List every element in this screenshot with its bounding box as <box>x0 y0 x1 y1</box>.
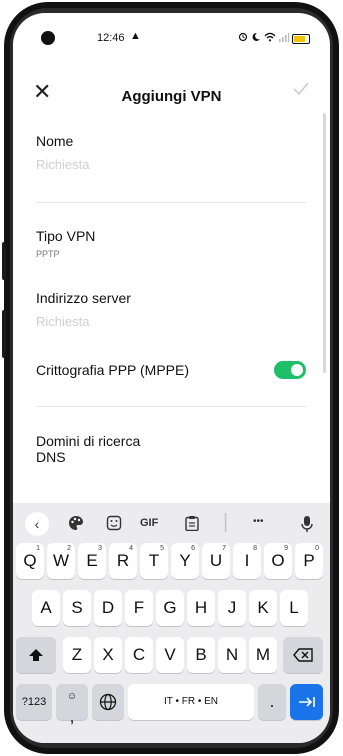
wifi-icon <box>264 32 276 45</box>
name-divider <box>36 202 306 203</box>
vpn-type-label: Tipo VPN <box>36 228 96 244</box>
language-key[interactable] <box>92 684 124 720</box>
gif-button[interactable]: GIF <box>140 517 158 529</box>
server-field[interactable]: Indirizzo server Richiesta <box>36 290 306 329</box>
key-m[interactable]: M <box>249 637 277 673</box>
dns-label-line1: Domini di ricerca <box>36 433 141 449</box>
microphone-icon[interactable] <box>301 515 313 536</box>
symbols-key[interactable]: ?123 <box>16 684 52 720</box>
key-d[interactable]: D <box>94 590 122 626</box>
more-options-icon[interactable]: ••• <box>253 516 264 527</box>
next-arrow-icon <box>298 697 315 707</box>
name-field[interactable]: Nome Richiesta <box>36 133 306 172</box>
key-l[interactable]: L <box>280 590 308 626</box>
status-time: 12:46 <box>97 32 125 44</box>
power-button <box>2 310 6 358</box>
backspace-key[interactable] <box>283 637 323 673</box>
signal-icon <box>279 32 289 45</box>
dns-label-line2: DNS <box>36 449 66 465</box>
period-key[interactable]: . <box>258 684 286 720</box>
encryption-divider <box>36 406 306 407</box>
key-h[interactable]: H <box>187 590 215 626</box>
encryption-label: Crittografia PPP (MPPE) <box>36 362 190 378</box>
key-u[interactable]: U7 <box>202 543 230 579</box>
key-t[interactable]: T5 <box>140 543 168 579</box>
do-not-disturb-icon <box>251 32 261 45</box>
key-row-bottom: ?123 ☺, IT • FR • EN . <box>13 684 330 726</box>
alarm-icon <box>238 32 248 45</box>
vpn-type-value: PPTP <box>36 249 60 259</box>
battery-fill <box>294 35 305 42</box>
sticker-icon[interactable] <box>106 515 122 534</box>
server-label: Indirizzo server <box>36 290 131 306</box>
key-k[interactable]: K <box>249 590 277 626</box>
key-c[interactable]: C <box>125 637 153 673</box>
key-row-1: Q1 W2 E3 R4 T5 Y6 U7 I8 O9 P0 <box>13 543 330 581</box>
shift-icon <box>29 649 43 661</box>
key-r[interactable]: R4 <box>109 543 137 579</box>
key-v[interactable]: V <box>156 637 184 673</box>
key-j[interactable]: J <box>218 590 246 626</box>
battery-icon <box>292 33 310 44</box>
key-n[interactable]: N <box>218 637 246 673</box>
enter-key[interactable] <box>290 684 323 720</box>
key-a[interactable]: A <box>32 590 60 626</box>
key-i[interactable]: I8 <box>233 543 261 579</box>
key-p[interactable]: P0 <box>295 543 323 579</box>
soft-keyboard: ‹ GIF | ••• Q1 W2 E3 R 4 T 5 Y 6 U 7 I 8… <box>13 503 330 743</box>
encryption-toggle[interactable] <box>274 361 306 379</box>
confirm-check-icon[interactable] <box>292 81 310 102</box>
palette-icon[interactable] <box>68 515 84 534</box>
key-e[interactable]: E3 <box>78 543 106 579</box>
key-f[interactable]: F <box>125 590 153 626</box>
key-q[interactable]: Q1 <box>16 543 44 579</box>
key-row-3: Z X C V B N M <box>13 637 330 675</box>
name-label: Nome <box>36 133 74 149</box>
emoji-icon: ☺ <box>66 691 78 702</box>
status-icons <box>238 32 310 45</box>
server-input[interactable]: Richiesta <box>36 314 306 329</box>
alert-icon: ▲ <box>130 30 141 42</box>
dns-field[interactable]: Domini di ricerca DNS <box>36 433 306 465</box>
screen: 12:46 ▲ ✕ Aggiungi VPN Nome Richiesta Ti… <box>13 13 330 743</box>
key-s[interactable]: S <box>63 590 91 626</box>
clipboard-icon[interactable] <box>185 515 199 534</box>
shift-key[interactable] <box>16 637 56 673</box>
keyboard-toolbar: ‹ GIF | ••• <box>13 511 330 541</box>
status-bar: 12:46 ▲ <box>13 26 330 50</box>
app-bar: ✕ Aggiungi VPN <box>13 71 330 115</box>
backspace-icon <box>293 648 313 662</box>
key-y[interactable]: Y6 <box>171 543 199 579</box>
globe-icon <box>99 693 117 711</box>
page-title: Aggiungi VPN <box>121 88 222 105</box>
key-g[interactable]: G <box>156 590 184 626</box>
key-row-2: A S D F G H J K L <box>13 590 330 628</box>
scrollbar[interactable] <box>323 113 326 373</box>
volume-button <box>2 242 6 280</box>
key-z[interactable]: Z <box>63 637 91 673</box>
phone-frame: 12:46 ▲ ✕ Aggiungi VPN Nome Richiesta Ti… <box>0 0 343 756</box>
back-arrow-icon[interactable]: ‹ <box>25 512 49 536</box>
encryption-row: Crittografia PPP (MPPE) <box>36 362 306 378</box>
toggle-knob <box>291 364 303 376</box>
name-input[interactable]: Richiesta <box>36 157 306 172</box>
key-x[interactable]: X <box>94 637 122 673</box>
toolbar-separator: | <box>223 511 229 533</box>
key-w[interactable]: W2 <box>47 543 75 579</box>
key-b[interactable]: B <box>187 637 215 673</box>
vpn-type-field[interactable]: Tipo VPN PPTP <box>36 228 306 259</box>
space-bar[interactable]: IT • FR • EN <box>128 684 254 720</box>
key-o[interactable]: O9 <box>264 543 292 579</box>
comma-key[interactable]: ☺, <box>56 684 88 726</box>
